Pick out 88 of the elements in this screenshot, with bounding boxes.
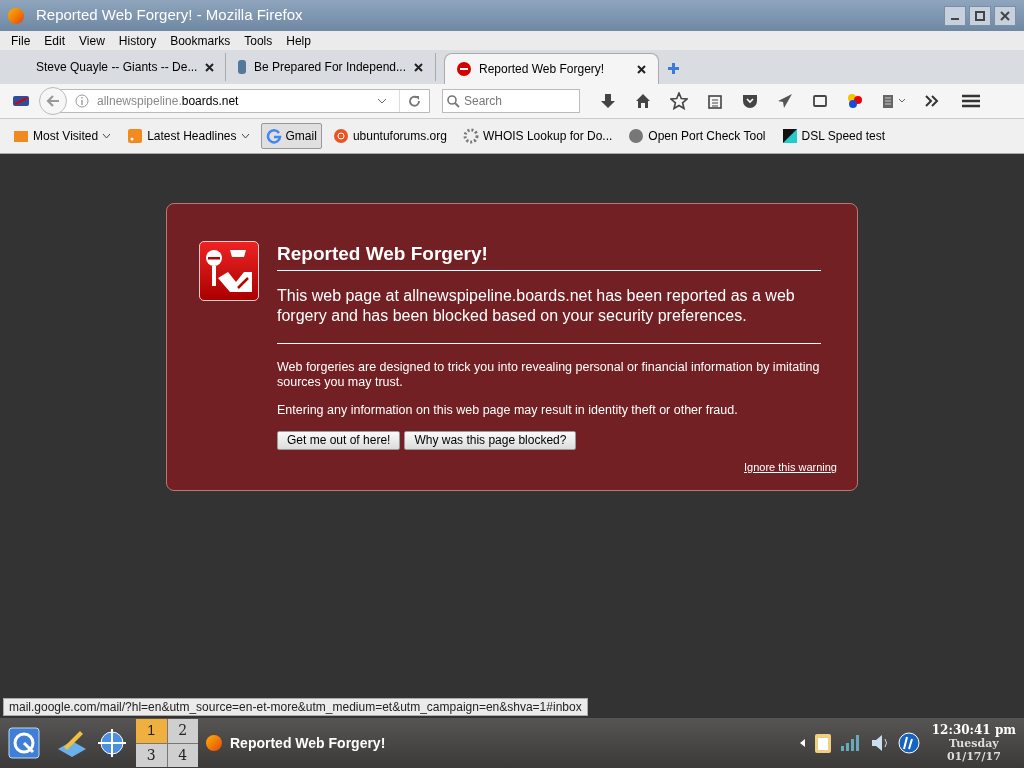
battery-icon[interactable] <box>882 93 894 109</box>
info-icon <box>75 94 89 108</box>
back-button[interactable] <box>39 87 67 115</box>
url-prefix: allnewspipeline. <box>97 94 182 108</box>
search-placeholder: Search <box>464 93 503 110</box>
bookmark-item[interactable]: Open Port Check Tool <box>623 123 771 149</box>
bookmark-item[interactable]: DSL Speed test <box>776 123 891 149</box>
bookmark-icon <box>265 128 282 144</box>
blocked-icon <box>457 62 471 76</box>
status-tooltip: mail.google.com/mail/?hl=en&utm_source=en-et-more&utm_medium=et&utm_campaign=en&shva=1#inbox <box>3 698 588 716</box>
menu-item[interactable]: File <box>4 31 38 50</box>
new-tab-icon[interactable] <box>667 62 680 75</box>
desktop-pager-cell[interactable]: 3 <box>136 743 167 767</box>
url-domain: boards.net <box>181 94 239 108</box>
bookmark-icon <box>462 128 479 144</box>
minimize-button[interactable] <box>944 5 966 26</box>
browser-tab[interactable]: Steve Quayle -- Giants -- De... <box>16 53 226 81</box>
clock-time: 12:30:41 pm <box>931 723 1016 737</box>
extension-icon[interactable] <box>12 94 32 108</box>
search-icon <box>447 94 460 108</box>
minimize-icon <box>951 17 959 20</box>
action-button[interactable]: Get me out of here! <box>277 430 401 450</box>
app-menu-icon[interactable] <box>8 727 40 759</box>
officer-icon <box>199 241 259 301</box>
bookmark-icon <box>13 128 29 144</box>
close-icon <box>1000 10 1010 21</box>
bookmark-item[interactable]: WHOIS Lookup for Do... <box>457 123 618 149</box>
colored-dots-icon[interactable] <box>847 93 863 109</box>
dropdown-caret-icon[interactable] <box>377 97 387 105</box>
menu-item[interactable]: Tools <box>237 31 280 50</box>
bookmark-item[interactable]: Gmail <box>260 123 322 149</box>
download-icon[interactable] <box>600 93 616 109</box>
close-button[interactable] <box>994 5 1016 26</box>
search-field[interactable]: Search <box>442 89 580 113</box>
warning-paragraph: Web forgeries are designed to trick you into revealing personal or financial information by imitating sources you may trust. <box>277 359 821 390</box>
menu-item[interactable]: Help <box>279 31 318 50</box>
maximize-button[interactable] <box>969 5 991 26</box>
clipboard-icon[interactable] <box>707 93 723 109</box>
bookmark-icon <box>332 128 349 144</box>
clock-day: Tuesday <box>949 736 999 750</box>
close-tab-icon[interactable] <box>637 64 646 74</box>
menu-item[interactable]: History <box>111 31 164 50</box>
bookmark-icon <box>781 128 798 144</box>
bookmark-item[interactable]: Most Visited <box>8 123 117 149</box>
bookmark-item[interactable]: Latest Headlines <box>122 123 255 149</box>
browser-tab[interactable]: Reported Web Forgery! <box>444 53 659 84</box>
task-title: Reported Web Forgery! <box>230 733 386 753</box>
task-button[interactable]: Reported Web Forgery! <box>206 732 798 754</box>
star-icon[interactable] <box>670 92 688 110</box>
maximize-icon <box>975 10 985 21</box>
menu-item[interactable]: Bookmarks <box>163 31 238 50</box>
bookmark-icon <box>127 128 144 144</box>
close-tab-icon[interactable] <box>414 62 423 72</box>
speaker-icon[interactable] <box>869 733 890 753</box>
tab-title: Reported Web Forgery! <box>479 61 606 78</box>
desktop-pager-cell[interactable]: 4 <box>167 743 198 767</box>
menu-item[interactable]: View <box>72 31 112 50</box>
menu-item[interactable]: Edit <box>37 31 73 50</box>
back-arrow-icon <box>46 95 60 107</box>
close-tab-icon[interactable] <box>205 62 215 72</box>
paper-plane-icon[interactable] <box>777 93 793 109</box>
caret-icon[interactable] <box>898 98 906 104</box>
square-icon[interactable] <box>812 93 828 109</box>
logo-circle-icon[interactable] <box>897 732 920 754</box>
tab-title: Steve Quayle -- Giants -- De... <box>36 59 198 76</box>
error-description: This web page at allnewspipeline.boards.net has been reported as a web forgery and has been blocked based on your security preferences. <box>277 285 821 344</box>
desktop-pager-cell[interactable]: 2 <box>167 719 198 743</box>
pocket-icon[interactable] <box>742 93 758 109</box>
chevron-icon[interactable] <box>925 95 939 107</box>
warning-paragraph: Entering any information on this web page may result in identity theft or other fraud. <box>277 402 739 418</box>
menu-icon[interactable] <box>962 94 980 108</box>
error-title: Reported Web Forgery! <box>277 240 821 271</box>
favicon-icon <box>238 60 246 74</box>
address-bar[interactable]: allnewspipeline.boards.net <box>40 89 430 113</box>
clipboard-k-icon[interactable] <box>813 732 832 754</box>
home-icon[interactable] <box>635 93 651 109</box>
desktop-pager-cell[interactable]: 1 <box>136 719 167 743</box>
tab-title: Be Prepared For Independ... <box>253 59 406 76</box>
window-title: Reported Web Forgery! - Mozilla Firefox <box>36 5 304 26</box>
globe-icon[interactable] <box>96 727 128 759</box>
bookmark-icon <box>628 128 645 144</box>
ignore-warning-link[interactable]: Ignore this warning <box>744 458 837 475</box>
bookmark-item[interactable]: ubuntuforums.org <box>327 123 452 149</box>
clock-date: 01/17/17 <box>946 749 1001 763</box>
reload-icon <box>408 94 421 108</box>
action-button[interactable]: Why was this page blocked? <box>404 430 577 450</box>
browser-tab[interactable]: Be Prepared For Independ... <box>226 53 436 81</box>
signal-bars-icon[interactable] <box>839 734 862 752</box>
